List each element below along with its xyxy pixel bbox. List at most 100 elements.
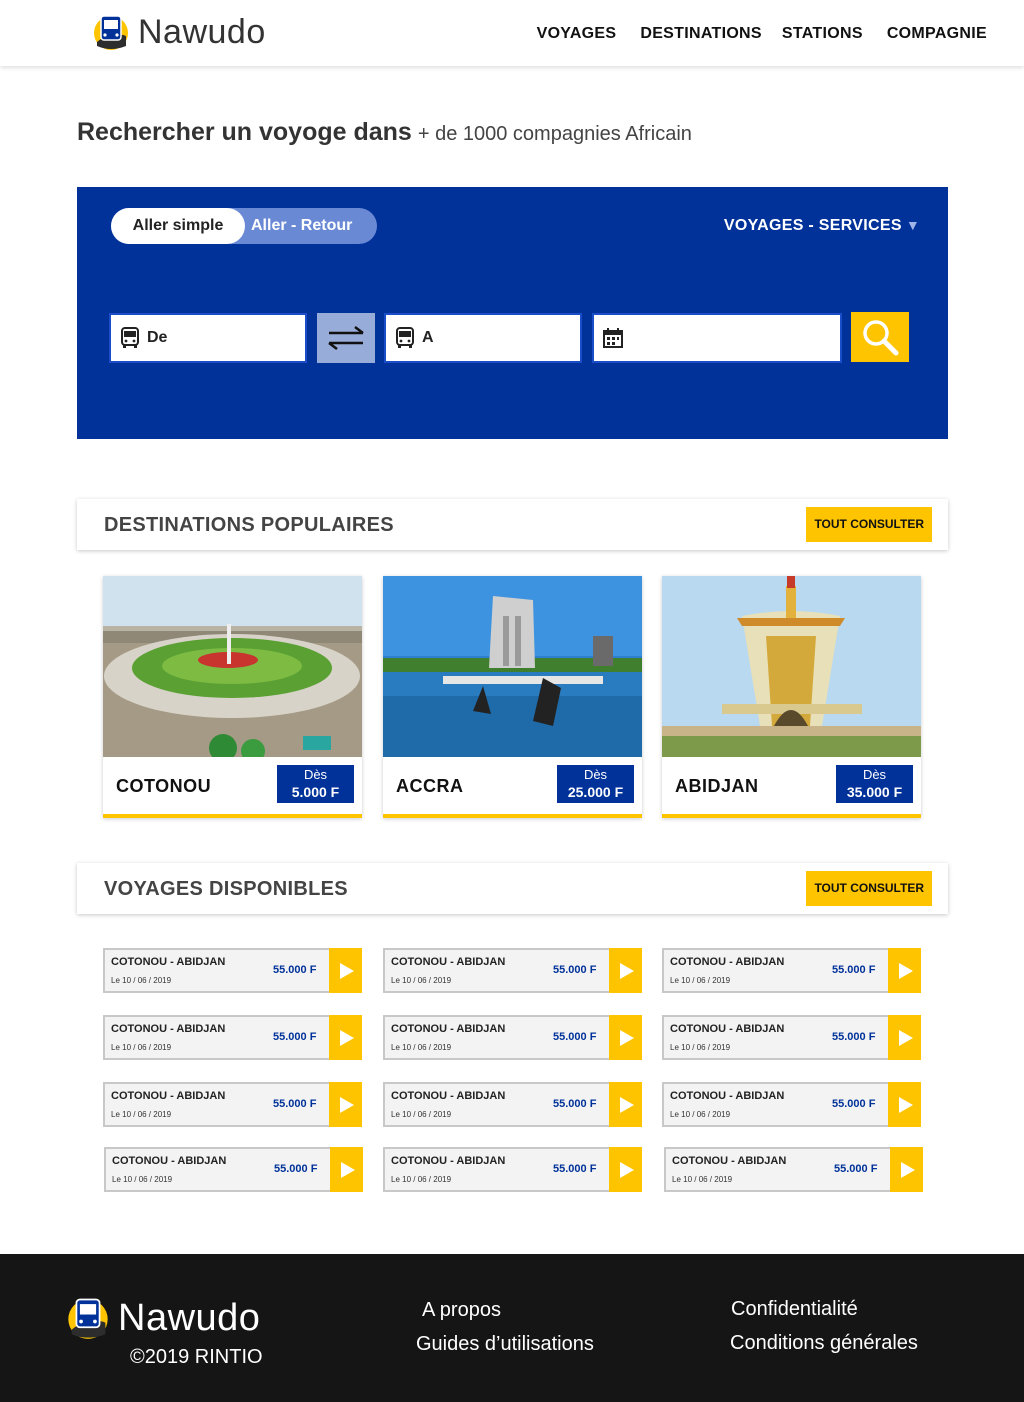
trip-price: 55.000 F <box>832 1098 876 1110</box>
footer-brand-name: Nawudo <box>118 1296 261 1339</box>
trip-card[interactable]: COTONOU - ABIDJAN Le 10 / 06 / 2019 55.0… <box>104 1147 363 1192</box>
trip-card[interactable]: COTONOU - ABIDJAN Le 10 / 06 / 2019 55.0… <box>383 948 642 993</box>
swap-button[interactable] <box>317 313 375 363</box>
play-arrow-icon[interactable] <box>329 1082 362 1127</box>
destination-name: ABIDJAN <box>675 776 759 796</box>
search-button[interactable] <box>851 312 909 362</box>
trip-price: 55.000 F <box>273 1098 317 1110</box>
footer-link-about[interactable]: A propos <box>422 1299 501 1322</box>
round-trip-option[interactable]: Aller - Retour <box>251 208 352 244</box>
services-dropdown[interactable]: VOYAGES - SERVICES ▼ <box>724 217 920 235</box>
main-nav: VOYAGES DESTINATIONS STATIONS COMPAGNIE <box>513 25 987 43</box>
trip-route: COTONOU - ABIDJAN <box>391 1155 506 1167</box>
play-arrow-icon[interactable] <box>609 1082 642 1127</box>
bus-logo-icon <box>94 15 128 50</box>
brand-name: Nawudo <box>138 12 266 51</box>
trip-card[interactable]: COTONOU - ABIDJAN Le 10 / 06 / 2019 55.0… <box>103 948 362 993</box>
view-all-destinations-button[interactable]: TOUT CONSULTER <box>806 507 932 542</box>
trip-card[interactable]: COTONOU - ABIDJAN Le 10 / 06 / 2019 55.0… <box>383 1015 642 1060</box>
site-footer: Nawudo ©2019 RINTIO A propos Guides d’ut… <box>0 1254 1024 1402</box>
trip-route: COTONOU - ABIDJAN <box>391 956 506 968</box>
calendar-icon <box>603 328 623 348</box>
destination-price-badge: Dès 5.000 F <box>277 765 354 803</box>
one-way-option[interactable]: Aller simple <box>111 208 245 244</box>
trip-route: COTONOU - ABIDJAN <box>672 1155 787 1167</box>
trip-date: Le 10 / 06 / 2019 <box>670 1043 731 1052</box>
arrival-input[interactable] <box>422 329 562 347</box>
trip-price: 55.000 F <box>553 1031 597 1043</box>
trip-price: 55.000 F <box>273 1031 317 1043</box>
play-arrow-icon[interactable] <box>890 1147 923 1192</box>
nav-destinations[interactable]: DESTINATIONS <box>640 25 762 43</box>
play-arrow-icon[interactable] <box>888 1015 921 1060</box>
destination-price-badge: Dès 25.000 F <box>557 765 634 803</box>
available-trips-header: VOYAGES DISPONIBLES TOUT CONSULTER <box>77 863 948 914</box>
trip-price: 55.000 F <box>832 964 876 976</box>
trip-card[interactable]: COTONOU - ABIDJAN Le 10 / 06 / 2019 55.0… <box>383 1082 642 1127</box>
date-input[interactable] <box>630 329 770 347</box>
bus-icon <box>396 327 414 348</box>
price-amount: 25.000 F <box>567 784 624 800</box>
view-all-trips-button[interactable]: TOUT CONSULTER <box>806 871 932 906</box>
destination-card-abidjan[interactable]: ABIDJAN Dès 35.000 F <box>662 576 921 818</box>
departure-input[interactable] <box>147 329 287 347</box>
footer-logo[interactable]: Nawudo <box>66 1294 260 1342</box>
trip-date: Le 10 / 06 / 2019 <box>670 1110 731 1119</box>
copyright: ©2019 RINTIO <box>130 1346 263 1368</box>
destination-card-cotonou[interactable]: COTONOU Dès 5.000 F <box>103 576 362 818</box>
search-panel: Aller simple Aller - Retour VOYAGES - SE… <box>77 187 948 439</box>
trip-route: COTONOU - ABIDJAN <box>112 1155 227 1167</box>
trip-date: Le 10 / 06 / 2019 <box>111 976 172 985</box>
price-prefix: Dès <box>303 767 328 782</box>
trip-card[interactable]: COTONOU - ABIDJAN Le 10 / 06 / 2019 55.0… <box>103 1082 362 1127</box>
abidjan-photo <box>662 576 921 757</box>
search-icon <box>863 320 899 356</box>
nav-voyages[interactable]: VOYAGES <box>537 25 617 43</box>
price-amount: 5.000 F <box>291 784 340 800</box>
trip-date: Le 10 / 06 / 2019 <box>112 1175 173 1184</box>
play-arrow-icon[interactable] <box>609 1147 642 1192</box>
price-amount: 35.000 F <box>846 784 903 800</box>
trip-card[interactable]: COTONOU - ABIDJAN Le 10 / 06 / 2019 55.0… <box>662 1015 921 1060</box>
play-arrow-icon[interactable] <box>329 1015 362 1060</box>
departure-field[interactable] <box>109 313 307 363</box>
trip-card[interactable]: COTONOU - ABIDJAN Le 10 / 06 / 2019 55.0… <box>662 1082 921 1127</box>
trip-card[interactable]: COTONOU - ABIDJAN Le 10 / 06 / 2019 55.0… <box>383 1147 642 1192</box>
trip-route: COTONOU - ABIDJAN <box>670 956 785 968</box>
trip-route: COTONOU - ABIDJAN <box>391 1090 506 1102</box>
trip-route: COTONOU - ABIDJAN <box>111 956 226 968</box>
brand-logo[interactable]: Nawudo <box>92 12 266 52</box>
trip-date: Le 10 / 06 / 2019 <box>391 1043 452 1052</box>
play-arrow-icon[interactable] <box>609 948 642 993</box>
footer-link-privacy[interactable]: Confidentialité <box>731 1298 858 1321</box>
cotonou-photo <box>103 576 362 757</box>
play-arrow-icon[interactable] <box>888 948 921 993</box>
trip-card[interactable]: COTONOU - ABIDJAN Le 10 / 06 / 2019 55.0… <box>664 1147 923 1192</box>
hero-title-strong: Rechercher un voyoge dans <box>77 118 412 146</box>
hero-title: Rechercher un voyoge dans + de 1000 comp… <box>77 118 692 147</box>
section-title: VOYAGES DISPONIBLES <box>104 878 348 900</box>
arrival-field[interactable] <box>384 313 582 363</box>
trip-date: Le 10 / 06 / 2019 <box>391 1110 452 1119</box>
play-arrow-icon[interactable] <box>329 948 362 993</box>
footer-link-terms[interactable]: Conditions générales <box>730 1332 918 1355</box>
play-arrow-icon[interactable] <box>888 1082 921 1127</box>
trip-card[interactable]: COTONOU - ABIDJAN Le 10 / 06 / 2019 55.0… <box>662 948 921 993</box>
footer-link-guides[interactable]: Guides d’utilisations <box>416 1333 594 1356</box>
trip-price: 55.000 F <box>553 1163 597 1175</box>
trip-route: COTONOU - ABIDJAN <box>670 1023 785 1035</box>
section-title: DESTINATIONS POPULAIRES <box>104 514 394 536</box>
trip-date: Le 10 / 06 / 2019 <box>391 1175 452 1184</box>
price-prefix: Dès <box>583 767 608 782</box>
trip-card[interactable]: COTONOU - ABIDJAN Le 10 / 06 / 2019 55.0… <box>103 1015 362 1060</box>
nav-stations[interactable]: STATIONS <box>782 25 863 43</box>
trip-price: 55.000 F <box>834 1163 878 1175</box>
trip-date: Le 10 / 06 / 2019 <box>672 1175 733 1184</box>
trip-date: Le 10 / 06 / 2019 <box>670 976 731 985</box>
destination-name: COTONOU <box>116 776 212 796</box>
play-arrow-icon[interactable] <box>330 1147 363 1192</box>
play-arrow-icon[interactable] <box>609 1015 642 1060</box>
date-field[interactable] <box>592 313 842 363</box>
nav-compagnie[interactable]: COMPAGNIE <box>887 25 987 43</box>
destination-card-accra[interactable]: ACCRA Dès 25.000 F <box>383 576 642 818</box>
